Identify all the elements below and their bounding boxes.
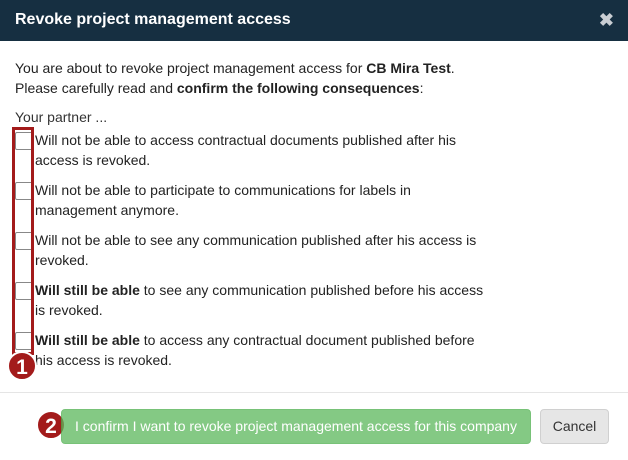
consequence-text: Will not be able to access contractual d… xyxy=(35,130,495,170)
company-name: CB Mira Test xyxy=(366,60,451,76)
confirm-revoke-button[interactable]: I confirm I want to revoke project manag… xyxy=(61,409,531,444)
cancel-button[interactable]: Cancel xyxy=(540,409,609,444)
intro-line1-suffix: . xyxy=(450,60,455,76)
intro-line2-bold: confirm the following consequences xyxy=(176,80,420,96)
consequence-label: Will not be able to see any communicatio… xyxy=(35,232,477,268)
dialog-header: Revoke project management access ✖ xyxy=(0,0,628,41)
intro-line1-prefix: You are about to revoke project manageme… xyxy=(15,60,367,76)
partner-label: Your partner ... xyxy=(15,109,108,125)
consequence-bold: Will still be able xyxy=(35,282,140,298)
close-icon[interactable]: ✖ xyxy=(599,10,614,30)
step-badge-1: 1 xyxy=(7,351,37,381)
consequence-label: Will not be able to access contractual d… xyxy=(35,132,457,168)
consequence-text: Will still be able to access any contrac… xyxy=(35,330,495,370)
consequence-text: Will still be able to see any communicat… xyxy=(35,280,495,320)
consequence-bold: Will still be able xyxy=(35,332,140,348)
consequence-text: Will not be able to participate to commu… xyxy=(35,180,495,220)
checkbox-highlight-annotation xyxy=(12,127,34,355)
dialog-title: Revoke project management access xyxy=(15,11,291,28)
consequence-text: Will not be able to see any communicatio… xyxy=(35,230,495,270)
intro-line2-suffix: : xyxy=(419,80,424,96)
footer-divider xyxy=(0,392,628,393)
consequence-label: Will not be able to participate to commu… xyxy=(35,182,411,218)
intro-text: You are about to revoke project manageme… xyxy=(15,58,615,98)
intro-line2-prefix: Please carefully read and xyxy=(15,80,177,96)
